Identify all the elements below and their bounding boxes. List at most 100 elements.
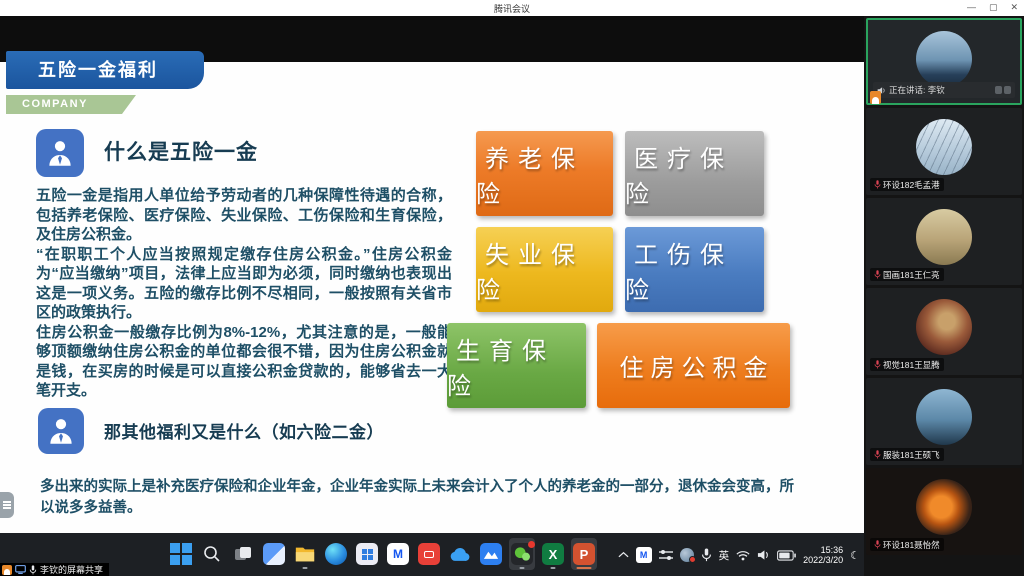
- section-heading-others: 那其他福利又是什么（如六险二金）: [104, 418, 384, 443]
- shared-screen: 五险一金福利 COMPANY 什么是五险一金 五险一金是指用人单位给予劳动者的几…: [0, 16, 864, 576]
- mic-muted-icon: [874, 450, 881, 459]
- screen: 腾讯会议 — ▢ ✕ 五险一金福利 COMPANY 什么是五险一金 五险一金是指…: [0, 0, 1024, 576]
- meeting-toolbar-handle[interactable]: [0, 492, 14, 518]
- onedrive-cloud-icon: [449, 547, 471, 562]
- window-controls: — ▢ ✕: [967, 1, 1018, 14]
- paragraph-2: “在职职工个人应当按照规定缴存住房公积金。”住房公积金为“应当缴纳”项目，法律上…: [36, 245, 452, 323]
- taskbar-red-app-button[interactable]: [416, 538, 442, 570]
- video-tile-speaker[interactable]: 正在讲话: 李钦: [866, 18, 1022, 105]
- windows-start-icon: [170, 543, 192, 565]
- wifi-icon[interactable]: [736, 550, 750, 561]
- screen-icon: [15, 565, 26, 574]
- video-tile[interactable]: 视觉181王显腾: [866, 288, 1022, 375]
- system-tray: M 英 15:36 2022/3/20 ☾: [618, 537, 860, 573]
- presenter-badge-icon: [870, 91, 881, 104]
- mic-muted-icon: [874, 180, 881, 189]
- company-ribbon: COMPANY: [6, 95, 136, 114]
- red-app-icon: [418, 543, 440, 565]
- ime-indicator[interactable]: 英: [719, 548, 730, 563]
- participant-name: 视觉181王显腾: [870, 358, 944, 371]
- active-window-indicator: [577, 567, 592, 570]
- paragraph-1: 五险一金是指用人单位给予劳动者的几种保障性待遇的合称，包括养老保险、医疗保险、失…: [36, 186, 452, 245]
- person-icon: [36, 129, 84, 177]
- insurance-box-unemployment: 失业保险: [476, 227, 613, 312]
- insurance-box-medical: 医疗保险: [625, 131, 764, 216]
- tencent-meeting-tray-icon[interactable]: M: [636, 547, 652, 563]
- hamburger-icon: [3, 504, 11, 506]
- security-tray-icon[interactable]: [680, 548, 694, 562]
- close-button[interactable]: ✕: [1010, 1, 1018, 14]
- task-view-icon: [233, 544, 253, 564]
- taskbar-edge-button[interactable]: [323, 538, 349, 570]
- taskbar-icons: M X: [168, 538, 597, 570]
- taskbar-tencent-meeting-button[interactable]: M: [385, 538, 411, 570]
- participant-name: 环设181聂怡然: [870, 538, 944, 551]
- search-icon: [202, 544, 222, 564]
- reaction-icons: [995, 86, 1011, 94]
- paragraph-3: 住房公积金一般缴存比例为8%-12%，尤其注意的是，一般能够顶额缴纳住房公积金的…: [36, 323, 452, 401]
- taskbar-onedrive-button[interactable]: [447, 538, 473, 570]
- insurance-box-housing-fund: 住房公积金: [597, 323, 790, 408]
- insurance-box-maternity: 生育保险: [447, 323, 586, 408]
- share-label-text: 李钦的屏幕共享: [40, 563, 103, 576]
- avatar: [916, 479, 972, 535]
- sliders-icon[interactable]: [659, 549, 673, 561]
- body-text-block: 五险一金是指用人单位给予劳动者的几种保障性待遇的合称，包括养老保险、医疗保险、失…: [36, 186, 452, 401]
- taskbar-start-button[interactable]: [168, 538, 194, 570]
- taskbar-wechat-button[interactable]: [509, 538, 535, 570]
- taskbar-file-explorer-button[interactable]: [292, 538, 318, 570]
- presenter-icon: [2, 565, 12, 575]
- avatar: [916, 299, 972, 355]
- mic-muted-icon: [874, 540, 881, 549]
- tray-expand-chevron-icon[interactable]: [618, 551, 629, 559]
- microsoft-store-icon: [356, 543, 378, 565]
- widgets-icon: [263, 543, 285, 565]
- taskbar-store-button[interactable]: [354, 538, 380, 570]
- volume-icon[interactable]: [757, 549, 770, 561]
- tencent-docs-icon: [480, 543, 502, 565]
- taskbar-powerpoint-button[interactable]: P: [571, 538, 597, 570]
- avatar: [916, 119, 972, 175]
- slide-title-tab: 五险一金福利: [6, 51, 204, 89]
- person-icon: [38, 408, 84, 454]
- video-tile[interactable]: 环设182毛孟港: [866, 108, 1022, 195]
- taskbar-excel-button[interactable]: X: [540, 538, 566, 570]
- paragraph-4: 多出来的实际上是补充医疗保险和企业年金，企业年金实际上未来会计入了个人的养老金的…: [40, 477, 798, 519]
- taskbar-widgets-button[interactable]: [261, 538, 287, 570]
- taskbar-search-button[interactable]: [199, 538, 225, 570]
- clock-time: 15:36: [803, 545, 843, 555]
- edge-browser-icon: [325, 543, 347, 565]
- do-not-disturb-moon-icon[interactable]: ☾: [850, 549, 860, 562]
- window-titlebar: 腾讯会议 — ▢ ✕: [0, 0, 1024, 16]
- file-explorer-icon: [294, 543, 316, 565]
- notification-dot: [528, 541, 535, 548]
- mic-icon: [29, 565, 37, 575]
- video-tile[interactable]: 国画181王仁亮: [866, 198, 1022, 285]
- speaking-label: 正在讲话: 李钦: [889, 84, 945, 96]
- maximize-button[interactable]: ▢: [989, 1, 998, 14]
- running-indicator: [303, 567, 308, 570]
- microphone-icon[interactable]: [701, 548, 712, 562]
- mic-muted-icon: [874, 270, 881, 279]
- taskbar-task-view-button[interactable]: [230, 538, 256, 570]
- video-tile[interactable]: 环设181聂怡然: [866, 468, 1022, 555]
- participant-name: 环设182毛孟港: [870, 178, 944, 191]
- minimize-button[interactable]: —: [967, 1, 976, 14]
- taskbar: M X: [0, 533, 864, 576]
- avatar: [916, 209, 972, 265]
- speaking-indicator: 正在讲话: 李钦: [873, 82, 1015, 98]
- insurance-box-injury: 工伤保险: [625, 227, 764, 312]
- insurance-box-pension: 养老保险: [476, 131, 613, 216]
- clock[interactable]: 15:36 2022/3/20: [803, 545, 843, 565]
- tencent-meeting-icon: M: [387, 543, 409, 565]
- taskbar-tencent-docs-button[interactable]: [478, 538, 504, 570]
- avatar: [916, 389, 972, 445]
- running-indicator: [520, 567, 525, 570]
- participants-sidebar: 正在讲话: 李钦 环设182毛孟港 国画181王仁亮 视觉181王显腾: [864, 16, 1024, 576]
- clock-date: 2022/3/20: [803, 555, 843, 565]
- battery-icon[interactable]: [777, 550, 796, 561]
- mic-muted-icon: [874, 360, 881, 369]
- video-tile[interactable]: 服装181王硕飞: [866, 378, 1022, 465]
- screen-share-status: 李钦的屏幕共享: [0, 563, 109, 576]
- participant-name: 服装181王硕飞: [870, 448, 944, 461]
